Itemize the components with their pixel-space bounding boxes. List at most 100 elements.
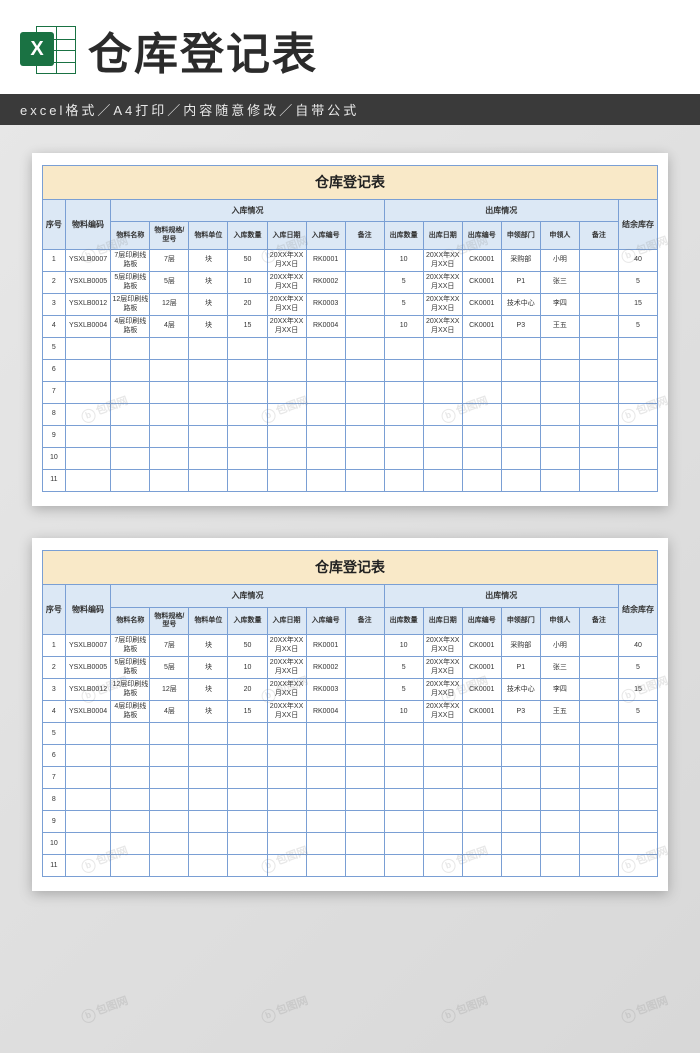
cell-remain — [618, 470, 657, 492]
cell-out-remark — [579, 404, 618, 426]
cell-spec: 7层 — [150, 635, 189, 657]
cell-in-qty — [228, 789, 267, 811]
cell-person — [540, 426, 579, 448]
cell-code — [65, 382, 111, 404]
cell-in-remark — [345, 635, 384, 657]
cell-person — [540, 470, 579, 492]
cell-out-date: 20XX年XX月XX日 — [423, 679, 462, 701]
cell-in-date: 20XX年XX月XX日 — [267, 294, 306, 316]
cell-dept: P3 — [501, 701, 540, 723]
header-bar: X 仓库登记表 — [0, 0, 700, 94]
cell-unit: 块 — [189, 272, 228, 294]
col-out-no: 出库编号 — [462, 607, 501, 635]
table-row: 9 — [43, 426, 658, 448]
cell-out-date — [423, 745, 462, 767]
cell-out-remark — [579, 360, 618, 382]
cell-out-no — [462, 767, 501, 789]
cell-dept — [501, 426, 540, 448]
cell-remain: 5 — [618, 272, 657, 294]
col-in-group: 入库情况 — [111, 199, 384, 222]
cell-spec: 4层 — [150, 701, 189, 723]
cell-out-qty: 5 — [384, 294, 423, 316]
cell-dept — [501, 338, 540, 360]
col-remain: 结余库存 — [618, 584, 657, 634]
cell-out-date — [423, 470, 462, 492]
cell-person — [540, 382, 579, 404]
cell-name — [111, 833, 150, 855]
cell-remain: 15 — [618, 294, 657, 316]
cell-unit — [189, 470, 228, 492]
cell-in-remark — [345, 767, 384, 789]
cell-name — [111, 811, 150, 833]
col-unit: 物料单位 — [189, 607, 228, 635]
cell-in-date: 20XX年XX月XX日 — [267, 657, 306, 679]
cell-name — [111, 360, 150, 382]
cell-unit — [189, 426, 228, 448]
cell-person: 王五 — [540, 316, 579, 338]
cell-dept: 技术中心 — [501, 679, 540, 701]
cell-out-date — [423, 855, 462, 877]
cell-spec: 12层 — [150, 294, 189, 316]
cell-spec — [150, 745, 189, 767]
cell-in-qty — [228, 833, 267, 855]
cell-out-no — [462, 404, 501, 426]
cell-in-date — [267, 811, 306, 833]
cell-dept — [501, 723, 540, 745]
col-out-qty: 出库数量 — [384, 607, 423, 635]
cell-out-date — [423, 338, 462, 360]
table-row: 5 — [43, 723, 658, 745]
cell-seq: 1 — [43, 635, 66, 657]
cell-unit — [189, 338, 228, 360]
cell-seq: 1 — [43, 250, 66, 272]
cell-name — [111, 855, 150, 877]
cell-unit: 块 — [189, 701, 228, 723]
cell-spec — [150, 723, 189, 745]
col-in-no: 入库编号 — [306, 222, 345, 250]
cell-out-remark — [579, 745, 618, 767]
cell-in-date — [267, 404, 306, 426]
cell-unit — [189, 723, 228, 745]
cell-in-remark — [345, 833, 384, 855]
cell-name — [111, 426, 150, 448]
cell-unit — [189, 745, 228, 767]
col-out-group: 出库情况 — [384, 199, 618, 222]
cell-out-remark — [579, 448, 618, 470]
cell-name: 12层印刷线路板 — [111, 294, 150, 316]
col-out-date: 出库日期 — [423, 222, 462, 250]
cell-person — [540, 338, 579, 360]
cell-code — [65, 811, 111, 833]
cell-out-no: CK0001 — [462, 250, 501, 272]
cell-in-no: RK0003 — [306, 294, 345, 316]
cell-remain — [618, 404, 657, 426]
cell-out-remark — [579, 272, 618, 294]
cell-dept — [501, 448, 540, 470]
cell-out-date — [423, 833, 462, 855]
table-row: 10 — [43, 448, 658, 470]
col-seq: 序号 — [43, 199, 66, 249]
cell-spec — [150, 833, 189, 855]
cell-out-qty — [384, 745, 423, 767]
cell-in-date — [267, 745, 306, 767]
col-out-date: 出库日期 — [423, 607, 462, 635]
cell-out-remark — [579, 657, 618, 679]
cell-in-remark — [345, 789, 384, 811]
cell-out-remark — [579, 723, 618, 745]
cell-person — [540, 745, 579, 767]
table-row: 2YSXLB00055层印刷线路板5层块1020XX年XX月XX日RK00025… — [43, 657, 658, 679]
cell-spec — [150, 855, 189, 877]
cell-out-date: 20XX年XX月XX日 — [423, 272, 462, 294]
cell-unit — [189, 855, 228, 877]
cell-name: 5层印刷线路板 — [111, 657, 150, 679]
cell-in-date: 20XX年XX月XX日 — [267, 272, 306, 294]
cell-out-qty — [384, 833, 423, 855]
cell-out-date: 20XX年XX月XX日 — [423, 657, 462, 679]
cell-in-no: RK0002 — [306, 272, 345, 294]
table-title: 仓库登记表 — [43, 551, 658, 585]
cell-out-qty — [384, 426, 423, 448]
col-in-date: 入库日期 — [267, 607, 306, 635]
col-in-remark: 备注 — [345, 607, 384, 635]
cell-out-qty: 10 — [384, 316, 423, 338]
cell-person — [540, 767, 579, 789]
cell-in-date — [267, 789, 306, 811]
cell-name — [111, 404, 150, 426]
